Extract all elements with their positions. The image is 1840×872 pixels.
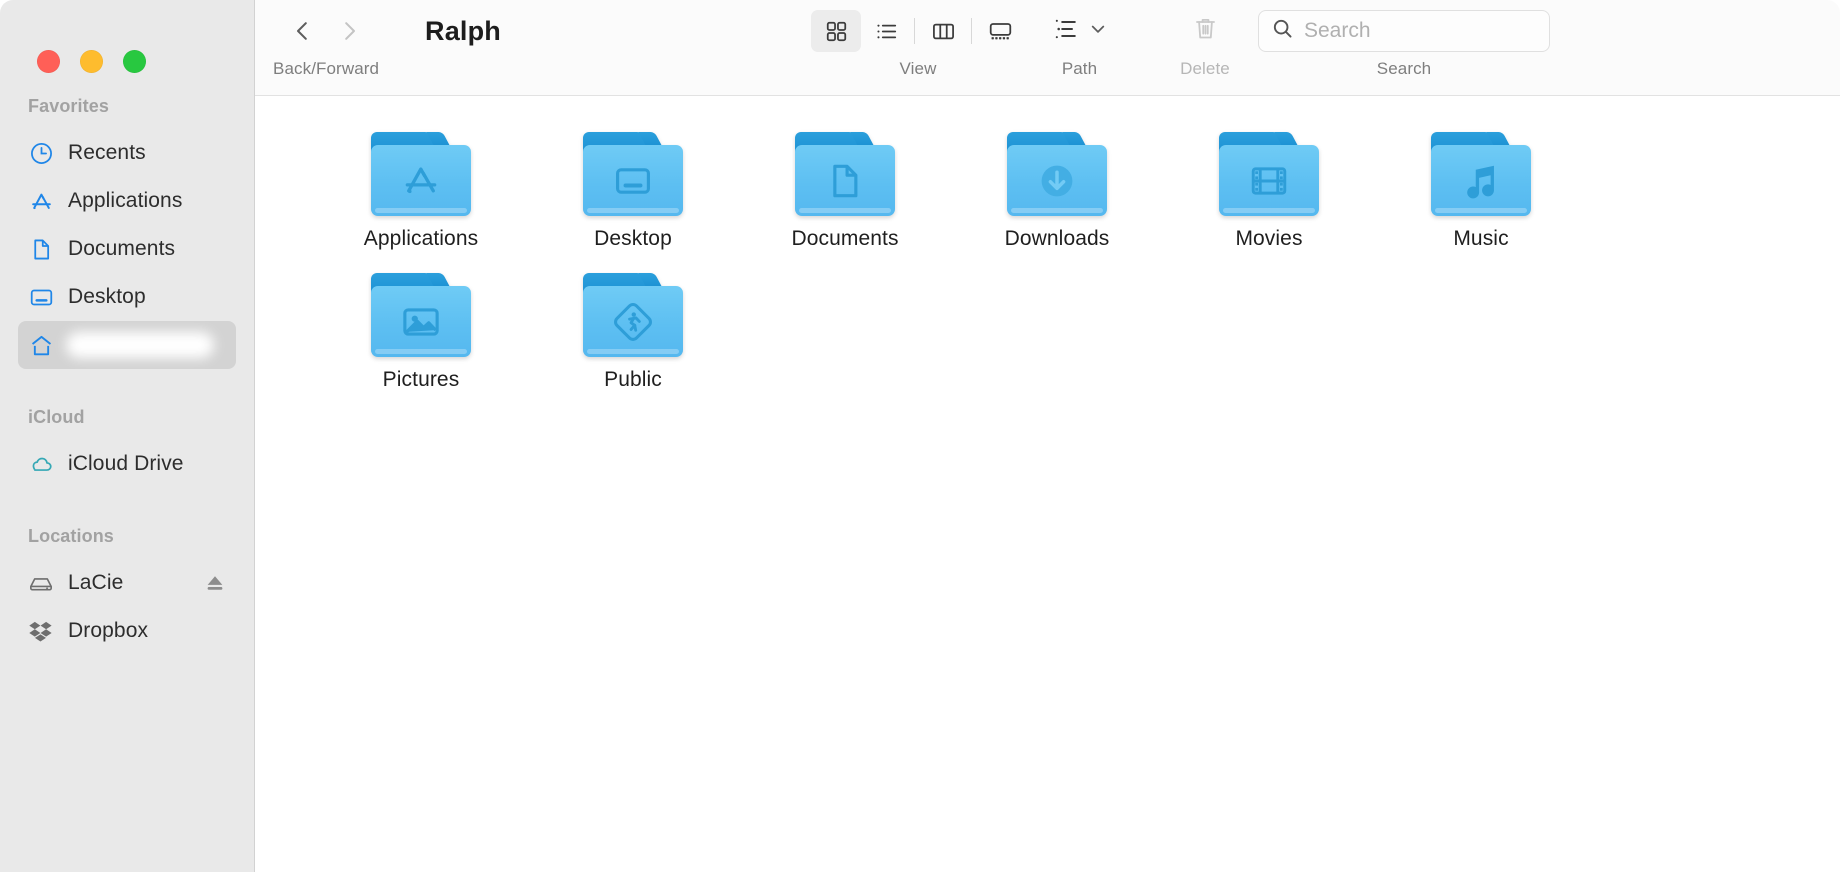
file-item-documents[interactable]: Documents [739,132,951,251]
music-note-glyph [1460,160,1502,202]
gallery-view-button[interactable] [975,10,1025,52]
public-dropbox-glyph [610,299,656,345]
sidebar: Favorites Recents Applications Documents… [0,0,255,872]
sidebar-item-label: LaCie [68,571,124,594]
file-item-applications[interactable]: Applications [315,132,527,251]
desktop-glyph [612,160,654,202]
file-item-label: Downloads [1004,227,1110,250]
photo-glyph [399,300,443,344]
delete-caption: Delete [1180,59,1230,78]
file-item-label: Movies [1235,227,1303,250]
view-caption: View [899,59,937,78]
page-title-group: Ralph [425,0,501,62]
file-item-movies[interactable]: Movies [1163,132,1375,251]
search-group: Search [1258,0,1550,77]
document-icon [28,236,54,262]
icon-view-button[interactable] [811,10,861,52]
search-input[interactable] [1304,19,1537,43]
back-forward-group: Back/Forward [273,0,379,77]
finder-window: Favorites Recents Applications Documents… [0,0,1840,872]
file-item-label: Music [1453,227,1509,250]
close-button[interactable] [37,50,60,73]
sidebar-item-documents[interactable]: Documents [18,225,236,273]
home-icon [28,332,54,358]
sidebar-item-label: Recents [68,141,146,164]
folder-icon [371,132,471,216]
icon-grid: Applications Desktop Documents Downloads… [255,132,1840,392]
view-divider-1 [914,18,915,44]
file-item-pictures[interactable]: Pictures [315,273,527,392]
dropbox-icon [28,618,54,644]
path-button[interactable] [1045,8,1114,54]
trash-icon [1192,15,1219,47]
cloud-icon [28,451,54,477]
folder-icon [795,132,895,216]
file-item-label: Applications [363,227,479,250]
download-glyph [1035,159,1079,203]
desktop-icon [28,284,54,310]
sidebar-item-desktop[interactable]: Desktop [18,273,236,321]
minimize-button[interactable] [80,50,103,73]
window-controls [0,0,254,86]
sidebar-item-applications[interactable]: Applications [18,177,236,225]
eject-icon[interactable] [204,572,226,594]
view-group: View [811,0,1025,77]
forward-button[interactable] [326,8,372,54]
search-caption: Search [1376,59,1432,78]
folder-icon [1219,132,1319,216]
folder-icon [583,132,683,216]
view-divider-2 [971,18,972,44]
file-item-public[interactable]: Public [527,273,739,392]
view-segmented-control [811,8,1025,54]
sidebar-item-label-redacted [66,332,214,358]
folder-icon [1007,132,1107,216]
toolbar: Back/Forward Ralph View Path Delete Sear… [255,0,1840,96]
sidebar-item-home[interactable] [18,321,236,369]
file-item-desktop[interactable]: Desktop [527,132,739,251]
sidebar-item-label: Desktop [68,285,146,308]
sidebar-item-dropbox[interactable]: Dropbox [18,607,236,655]
search-field[interactable] [1258,10,1550,52]
search-icon [1271,17,1294,45]
external-drive-icon [28,570,54,596]
sidebar-item-label: Dropbox [68,619,149,642]
sidebar-item-icloud-drive[interactable]: iCloud Drive [18,440,236,488]
file-item-label: Pictures [382,368,460,391]
chevron-down-icon [1088,19,1108,44]
back-button[interactable] [280,8,326,54]
list-view-button[interactable] [861,10,911,52]
delete-group: Delete [1180,0,1230,77]
folder-icon [1431,132,1531,216]
folder-icon [583,273,683,357]
document-glyph [824,160,866,202]
column-view-button[interactable] [918,10,968,52]
sidebar-section-icloud: iCloud [28,407,85,427]
file-browser[interactable]: Applications Desktop Documents Downloads… [255,96,1840,872]
sidebar-item-label: iCloud Drive [68,452,184,475]
delete-button [1180,8,1230,54]
main-area: Back/Forward Ralph View Path Delete Sear… [255,0,1840,872]
maximize-button[interactable] [123,50,146,73]
file-item-label: Documents [791,227,899,250]
page-title: Ralph [425,15,502,46]
file-item-label: Public [604,368,662,391]
film-glyph [1247,159,1291,203]
file-item-downloads[interactable]: Downloads [951,132,1163,251]
sidebar-item-lacie[interactable]: LaCie [18,559,236,607]
app-store-glyph [400,160,442,202]
back-forward-caption: Back/Forward [273,59,380,78]
folder-icon [371,273,471,357]
sidebar-item-recents[interactable]: Recents [18,129,236,177]
app-store-icon [28,188,54,214]
path-list-icon [1051,15,1079,48]
path-caption: Path [1061,59,1098,78]
file-item-label: Desktop [594,227,672,250]
sidebar-item-label: Documents [68,237,176,260]
sidebar-item-label: Applications [68,189,183,212]
sidebar-section-favorites: Favorites [28,96,109,116]
clock-icon [28,140,54,166]
file-item-music[interactable]: Music [1375,132,1587,251]
path-group: Path [1045,0,1114,77]
sidebar-section-locations: Locations [28,526,114,546]
